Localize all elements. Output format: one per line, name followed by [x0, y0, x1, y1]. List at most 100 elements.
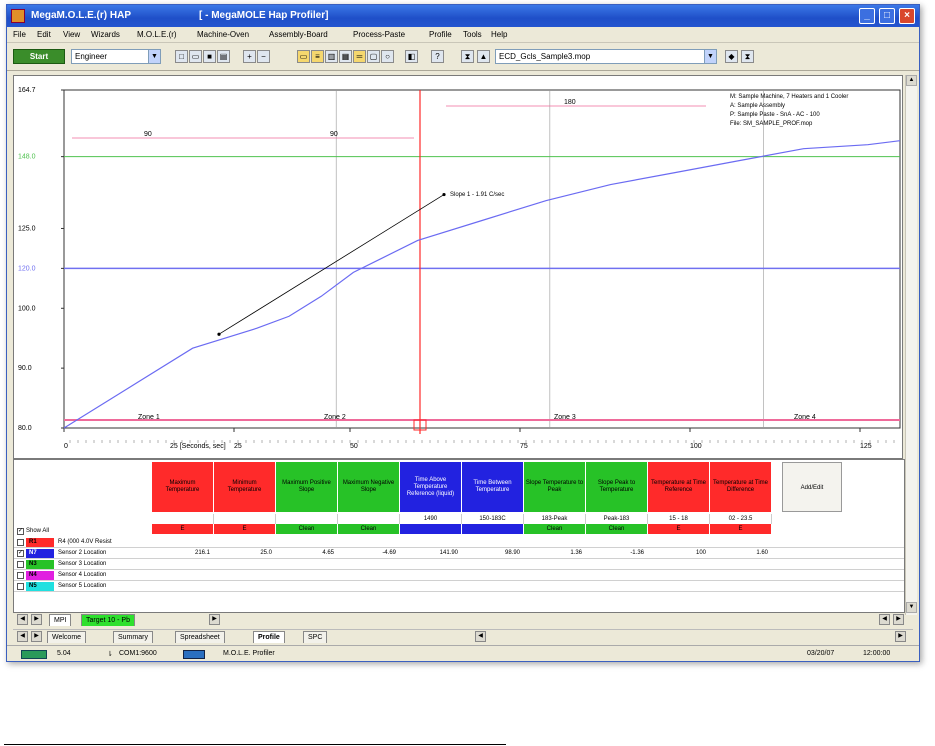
- column-header[interactable]: Maximum Positive Slope: [276, 462, 338, 512]
- close-button[interactable]: ×: [899, 8, 915, 24]
- table-row[interactable]: ✓ N7 Sensor 2 Location 216.1 25.0 4.65 -4.69 14…: [14, 548, 904, 559]
- tab-target[interactable]: Target 10 - Pb: [81, 614, 135, 626]
- hscroll-left-icon[interactable]: ◀: [879, 614, 890, 625]
- menu-assembly-board[interactable]: Assembly-Board: [269, 30, 328, 39]
- document-title: [ - MegaMOLE Hap Profiler]: [199, 10, 329, 21]
- new-icon[interactable]: □: [175, 50, 188, 63]
- column-header[interactable]: Minimum Temperature: [214, 462, 276, 512]
- save-icon[interactable]: ■: [203, 50, 216, 63]
- profile-chart[interactable]: 164.7 148.0 125.0 120.0 100.0 90.0 80.0 0 25 50 75…: [13, 75, 903, 459]
- row-checkbox[interactable]: [17, 539, 24, 546]
- help-icon[interactable]: ?: [431, 50, 444, 63]
- add-edit-button[interactable]: Add/Edit: [782, 462, 842, 512]
- column-header[interactable]: Time Between Temperature: [462, 462, 524, 512]
- file-select[interactable]: ECD_Gcls_Sample3.mop ▼: [495, 49, 717, 64]
- ruler-icon[interactable]: ═: [353, 50, 366, 63]
- row-checkbox[interactable]: [17, 583, 24, 590]
- hourglass-icon[interactable]: ⧗: [461, 50, 474, 63]
- table-row[interactable]: N4 Sensor 4 Location: [14, 570, 904, 581]
- chart-icon[interactable]: ▥: [325, 50, 338, 63]
- plug-icon: ⇂: [107, 651, 113, 658]
- scroll-down-icon[interactable]: ▼: [906, 602, 917, 613]
- column-header[interactable]: Maximum Temperature: [152, 462, 214, 512]
- y-tick-label: 120.0: [18, 265, 36, 272]
- pin-icon[interactable]: ◆: [725, 50, 738, 63]
- table-row[interactable]: R1 R4 (000 4.0V Resist: [14, 537, 904, 548]
- menu-tools[interactable]: Tools: [463, 30, 482, 39]
- tab-summary[interactable]: Summary: [113, 631, 153, 643]
- print-icon[interactable]: ▤: [217, 50, 230, 63]
- show-all-row[interactable]: ✓ Show All: [14, 526, 154, 537]
- menu-machine-oven[interactable]: Machine-Oven: [197, 30, 249, 39]
- row-checkbox[interactable]: ✓: [17, 550, 24, 557]
- tab-scroll-right-icon[interactable]: ▶: [209, 614, 220, 625]
- compare-icon[interactable]: ◧: [405, 50, 418, 63]
- menu-profile[interactable]: Profile: [429, 30, 452, 39]
- scroll-up-icon[interactable]: ▲: [906, 75, 917, 86]
- grid-icon[interactable]: ▦: [339, 50, 352, 63]
- x-tick-label: 0: [64, 443, 68, 450]
- table-row[interactable]: N5 Sensor 5 Location: [14, 581, 904, 592]
- zoom-in-icon[interactable]: +: [243, 50, 256, 63]
- menu-help[interactable]: Help: [491, 30, 507, 39]
- vertical-scrollbar[interactable]: ▲ ▼: [905, 75, 917, 615]
- column-header[interactable]: Slope Temperature to Peak: [524, 462, 586, 512]
- hourglass-icon[interactable]: ⧗: [741, 50, 754, 63]
- tab-profile[interactable]: Profile: [253, 631, 285, 643]
- table-cell: 98.90: [504, 550, 520, 556]
- menu-edit[interactable]: Edit: [37, 30, 51, 39]
- chevron-down-icon: ▼: [704, 50, 716, 63]
- hscroll2-right-icon[interactable]: ▶: [895, 631, 906, 642]
- up-arrow-icon[interactable]: ▲: [477, 50, 490, 63]
- column-header[interactable]: Temperature at Time Difference: [710, 462, 772, 512]
- table-row[interactable]: N3 Sensor 3 Location: [14, 559, 904, 570]
- tab-mpi[interactable]: MPI: [49, 614, 72, 626]
- start-button[interactable]: Start: [13, 49, 65, 64]
- chart-gridlines: [61, 89, 901, 443]
- folder-icon[interactable]: ▭: [297, 50, 310, 63]
- column-header[interactable]: Time Above Temperature Reference (liquid…: [400, 462, 462, 512]
- y-tick-label: 100.0: [18, 305, 36, 312]
- status-badge: E: [710, 524, 772, 534]
- sensor-tag: N5: [26, 582, 54, 591]
- menu-mole[interactable]: M.O.L.E.(r): [137, 30, 177, 39]
- minimize-button[interactable]: _: [859, 8, 875, 24]
- x-tick-label: 100: [690, 443, 702, 450]
- profile-type-select[interactable]: Engineer ▼: [71, 49, 161, 64]
- spec-cell: 150-183C: [462, 514, 524, 524]
- hscroll-right-icon[interactable]: ▶: [893, 614, 904, 625]
- menu-process-paste[interactable]: Process-Paste: [353, 30, 405, 39]
- row-checkbox[interactable]: [17, 572, 24, 579]
- menu-bar: File Edit View Wizards M.O.L.E.(r) Machi…: [7, 27, 919, 43]
- x-axis-label: 25 [Seconds, sec]: [170, 443, 226, 450]
- menu-view[interactable]: View: [63, 30, 80, 39]
- report-icon[interactable]: ≡: [311, 50, 324, 63]
- view-prev-icon[interactable]: ◀: [17, 631, 28, 642]
- status-badge: Clean: [586, 524, 648, 534]
- tab-spreadsheet[interactable]: Spreadsheet: [175, 631, 225, 643]
- zoom-out-icon[interactable]: −: [257, 50, 270, 63]
- column-header[interactable]: Temperature at Time Reference: [648, 462, 710, 512]
- hscroll2-left-icon[interactable]: ◀: [475, 631, 486, 642]
- row-checkbox[interactable]: [17, 561, 24, 568]
- open-icon[interactable]: ▭: [189, 50, 202, 63]
- maximize-button[interactable]: □: [879, 8, 895, 24]
- tab-next-icon[interactable]: ▶: [31, 614, 42, 625]
- view-next-icon[interactable]: ▶: [31, 631, 42, 642]
- status-com: COM1:9600: [119, 650, 157, 657]
- span-label: 180: [564, 99, 576, 106]
- zone-label: Zone 1: [138, 414, 160, 421]
- status-badge: Clean: [276, 524, 338, 534]
- show-all-checkbox[interactable]: ✓: [17, 528, 24, 535]
- tab-welcome[interactable]: Welcome: [47, 631, 87, 643]
- menu-file[interactable]: File: [13, 30, 26, 39]
- statistics-table: Maximum Temperature Minimum Temperature Ma…: [13, 459, 905, 613]
- column-header[interactable]: Maximum Negative Slope: [338, 462, 400, 512]
- cursor-icon[interactable]: ▢: [367, 50, 380, 63]
- search-icon[interactable]: ○: [381, 50, 394, 63]
- tab-spc[interactable]: SPC: [303, 631, 328, 643]
- tab-prev-icon[interactable]: ◀: [17, 614, 28, 625]
- spec-cell: [214, 514, 276, 524]
- menu-wizards[interactable]: Wizards: [91, 30, 120, 39]
- column-header[interactable]: Slope Peak to Temperature: [586, 462, 648, 512]
